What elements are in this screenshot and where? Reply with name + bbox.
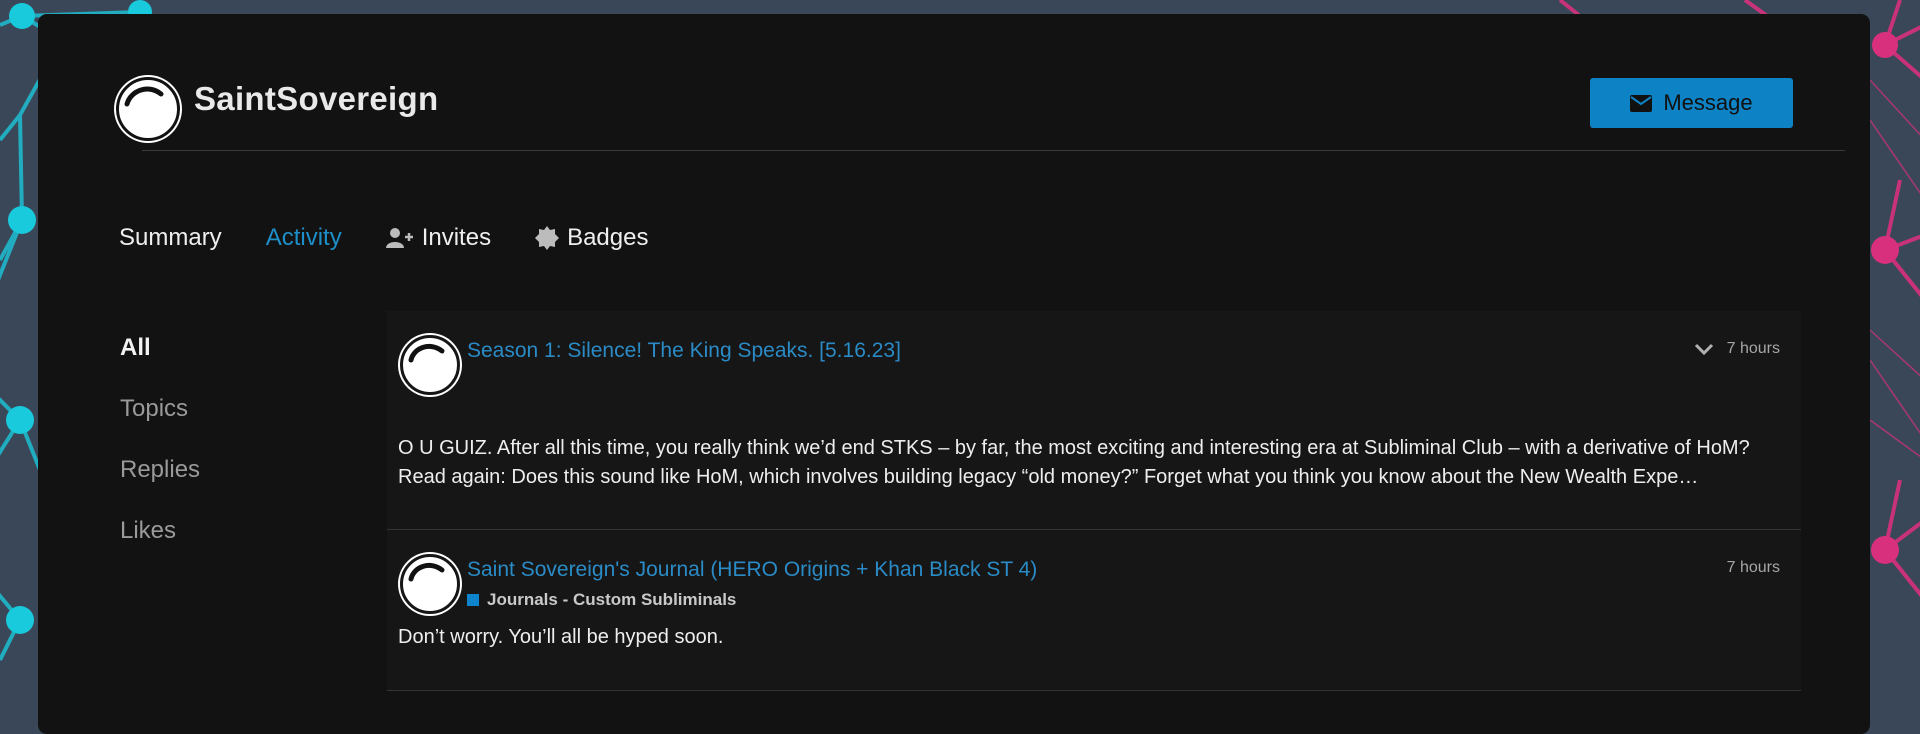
post-excerpt: Don’t worry. You’ll all be hyped soon. [398, 626, 724, 648]
sidebar-item-likes[interactable]: Likes [120, 517, 200, 578]
user-plus-icon [385, 228, 413, 248]
post-avatar[interactable] [400, 554, 460, 614]
post-excerpt: O U GUIZ. After all this time, you reall… [398, 437, 1750, 488]
activity-filter-sidebar: All Topics Replies Likes [120, 334, 200, 578]
post-meta: 7 hours [1694, 340, 1780, 358]
tab-label: Invites [421, 224, 492, 251]
profile-username: SaintSovereign [194, 80, 439, 117]
tab-label: Activity [265, 224, 342, 251]
tab-invites[interactable]: Invites [385, 224, 492, 252]
post-meta: 7 hours [1727, 559, 1780, 577]
post-time: 7 hours [1726, 340, 1780, 357]
sidebar-item-topics[interactable]: Topics [120, 395, 200, 456]
post-category[interactable]: Journals - Custom Subliminals [467, 590, 736, 610]
user-avatar[interactable] [116, 77, 180, 141]
list-item: Saint Sovereign's Journal (HERO Origins … [387, 530, 1801, 691]
sidebar-item-replies[interactable]: Replies [120, 456, 200, 517]
list-item: Season 1: Silence! The King Speaks. [5.1… [387, 311, 1801, 530]
tab-summary[interactable]: Summary [119, 224, 222, 252]
message-button[interactable]: Message [1590, 78, 1793, 128]
chevron-down-icon[interactable] [1694, 343, 1714, 355]
envelope-icon [1630, 94, 1653, 112]
avatar-mark-icon [408, 343, 445, 363]
avatar-mark-icon [124, 86, 164, 107]
profile-panel: SaintSovereign Message Summary Activity … [38, 14, 1870, 734]
post-title-link[interactable]: Season 1: Silence! The King Speaks. [5.1… [467, 339, 901, 363]
message-button-label: Message [1663, 90, 1753, 115]
post-avatar[interactable] [400, 335, 460, 395]
profile-tabs: Summary Activity Invites Badges [119, 224, 692, 252]
avatar-mark-icon [408, 562, 445, 582]
tab-label: Summary [119, 224, 222, 251]
tab-label: Badges [567, 224, 649, 251]
sidebar-item-all[interactable]: All [120, 334, 200, 395]
post-title-link[interactable]: Saint Sovereign's Journal (HERO Origins … [467, 558, 1037, 582]
tab-activity[interactable]: Activity [266, 224, 342, 252]
activity-feed: Season 1: Silence! The King Speaks. [5.1… [387, 311, 1801, 691]
tab-badges[interactable]: Badges [535, 224, 648, 252]
category-label: Journals - Custom Subliminals [487, 590, 737, 609]
post-time: 7 hours [1726, 559, 1780, 576]
category-badge [467, 594, 479, 606]
badge-icon [535, 226, 560, 250]
